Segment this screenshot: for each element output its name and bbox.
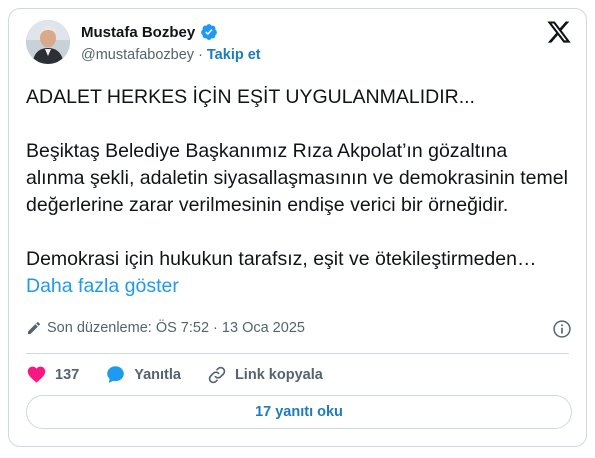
tweet-body: ADALET HERKES İÇİN EŞİT UYGULANMALIDIR..… xyxy=(26,86,568,270)
reply-label: Yanıtla xyxy=(134,366,181,383)
author-handle[interactable]: @mustafabozbey xyxy=(81,47,194,63)
avatar[interactable] xyxy=(26,20,70,64)
speech-bubble-icon xyxy=(107,366,125,383)
copy-link-button[interactable]: Link kopyala xyxy=(207,365,323,385)
separator-dot: · xyxy=(198,47,203,63)
avatar-image xyxy=(26,20,70,64)
info-icon[interactable] xyxy=(552,319,572,339)
action-bar: 137 Yanıtla Link kopyala xyxy=(26,364,349,385)
tweet-card: Mustafa Bozbey @mustafabozbey · Takip et… xyxy=(8,8,587,447)
follow-button[interactable]: Takip et xyxy=(207,47,261,63)
read-replies-button[interactable]: 17 yanıtı oku xyxy=(26,395,572,429)
copy-link-label: Link kopyala xyxy=(234,366,323,383)
pencil-icon xyxy=(28,321,41,334)
verified-badge-icon xyxy=(201,24,218,40)
edited-timestamp: Son düzenleme: ÖS 7:52 · 13 Oca 2025 xyxy=(47,320,305,336)
read-replies-label: 17 yanıtı oku xyxy=(255,404,343,420)
author-name-row: Mustafa Bozbey xyxy=(81,23,218,41)
author-handle-row: @mustafabozbey · Takip et xyxy=(81,47,261,63)
heart-icon xyxy=(27,366,46,383)
link-icon xyxy=(208,366,226,383)
show-more-link[interactable]: Daha fazla göster xyxy=(26,275,179,297)
x-logo-icon[interactable] xyxy=(546,19,572,45)
edited-row[interactable]: Son düzenleme: ÖS 7:52 · 13 Oca 2025 xyxy=(26,320,305,336)
reply-action-button[interactable]: Yanıtla xyxy=(105,364,181,385)
divider xyxy=(26,353,569,354)
like-button[interactable]: 137 xyxy=(26,364,79,385)
tweet-text: ADALET HERKES İÇİN EŞİT UYGULANMALIDIR..… xyxy=(26,84,571,300)
like-count: 137 xyxy=(55,366,80,383)
author-name[interactable]: Mustafa Bozbey xyxy=(81,24,195,41)
